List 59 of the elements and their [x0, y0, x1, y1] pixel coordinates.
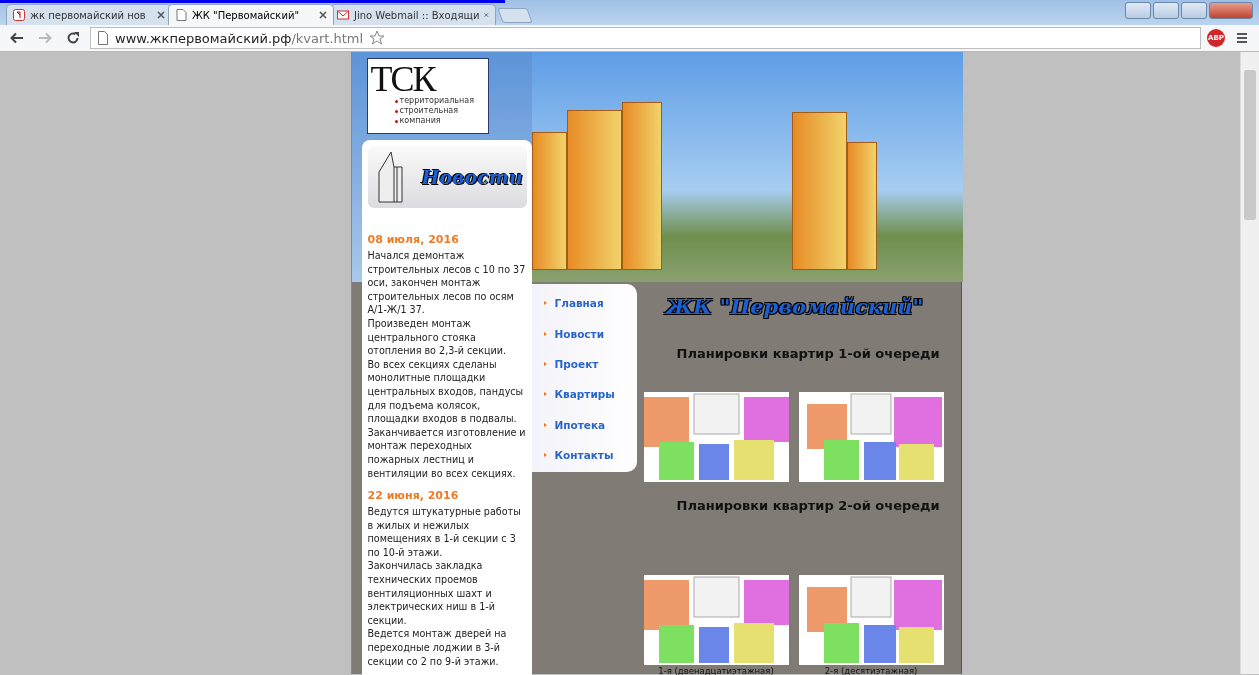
section-heading: Планировки квартир 1-ой очереди [676, 346, 941, 361]
plan-caption: 2-я (десятиэтажная) [824, 666, 918, 675]
nav-link[interactable]: Новости [543, 318, 637, 349]
bullet-icon [394, 119, 398, 123]
tab-title: ЖК "Первомайский" [192, 9, 300, 21]
news-text: Заканчивается изготовление и монтаж переходных пожарных лестниц и вентиляции во всех секциях. [367, 425, 527, 481]
close-button[interactable] [1209, 2, 1253, 19]
address-bar[interactable]: www.жкпервомайский.рф/kvart.html [90, 27, 1201, 49]
news-text: Ведется монтаж дверей на переходные лоджии в 3-й секции со 2 по 9-й этажи. [367, 627, 508, 669]
logo-letters: ТСК [370, 62, 436, 96]
page-icon [97, 31, 109, 45]
scrollbar-thumb[interactable] [1244, 70, 1256, 220]
tab-title: жк первомайский нов [30, 9, 147, 21]
page-icon [175, 9, 187, 21]
logo-caption: компания [399, 116, 441, 126]
news-date: 08 июля, 2016 [367, 233, 460, 246]
bullet-icon [543, 392, 547, 397]
bullet-icon [394, 109, 398, 113]
news-text: Начался демонтаж строительных лесов с 10 по 37 оси, закончен монтаж строительных лесов по осям А/1-Ж/1 37. [367, 249, 527, 317]
news-text: Закончилась закладка технических проемов вентиляционных шахт и электрических ниш в 1-й секции. [367, 559, 496, 628]
news-date: 22 июня, 2016 [367, 489, 460, 503]
tab-title: Jino Webmail :: Входящи [354, 9, 480, 21]
reload-icon [66, 31, 80, 45]
url-text: www.жкпервомайский.рф/kvart.html [115, 30, 364, 46]
new-tab-button[interactable] [497, 8, 533, 23]
nav-link[interactable]: Проект [543, 348, 637, 380]
back-arrow-icon [10, 31, 24, 45]
news-text: Ведутся штукатурные работы в жилых и нежилых помещениях в 1-й секции с 3 по 10-й этажи. [367, 505, 522, 560]
nav-link[interactable]: Квартиры [543, 379, 637, 410]
nav-link[interactable]: Главная [543, 288, 637, 319]
news-text: Во всех секциях сделаны монолитные площадки центральных входов, пандусы для подъема колясок, площадки входов в подвалы. [367, 357, 525, 426]
site-title: ЖК "Первомайский" [665, 294, 925, 319]
envelope-icon [337, 9, 349, 21]
news-text: Произведен монтаж центрального стояка отопления во 2,3-й секции. [367, 316, 508, 358]
bullet-icon [543, 453, 547, 458]
logo-caption: территориальная [399, 96, 474, 106]
bullet-icon [543, 361, 547, 366]
browser-tab[interactable]: ЖК "Первомайский" [168, 4, 334, 25]
minimize-button[interactable] [1153, 2, 1179, 19]
bullet-icon [394, 99, 398, 103]
news-heading: Новости [421, 165, 523, 188]
close-icon [319, 11, 327, 19]
nav-link[interactable]: Ипотека [543, 409, 637, 440]
menu-icon [1235, 31, 1249, 45]
forward-arrow-icon [38, 31, 52, 45]
nav-link[interactable]: Контакты [543, 439, 637, 471]
scrollbar[interactable] [1240, 52, 1259, 674]
close-icon [484, 11, 489, 19]
maximize-button[interactable] [1181, 2, 1207, 19]
bullet-icon [543, 301, 547, 306]
section-heading: Планировки квартир 2-ой очереди [676, 498, 941, 513]
bullet-icon [543, 422, 547, 427]
logo-caption: строительная [399, 106, 459, 116]
close-icon [157, 11, 165, 19]
yandex-logo-icon [13, 9, 25, 21]
plan-caption: 1-я (двенадцатиэтажная) [658, 666, 774, 675]
star-icon [369, 30, 386, 46]
profile-button[interactable] [1125, 2, 1151, 19]
bullet-icon [543, 331, 547, 336]
